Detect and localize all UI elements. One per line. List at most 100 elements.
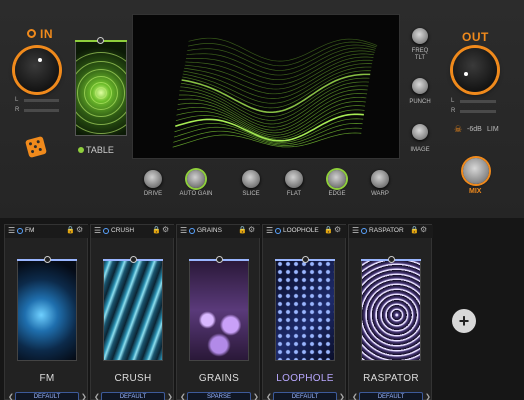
hamburger-icon[interactable]: ☰ <box>266 226 273 235</box>
module-grains[interactable]: ☰ GRAINS 🔒 ⚙ GRAINS ❮ SPARSE ❯ <box>176 224 261 400</box>
module-title: CRUSH <box>114 373 152 384</box>
module-position-handle[interactable] <box>130 256 137 263</box>
preset-selector[interactable]: DEFAULT <box>273 392 337 400</box>
lock-icon[interactable]: 🔒 <box>410 226 419 234</box>
warp-knob[interactable] <box>371 170 389 188</box>
module-position-handle[interactable] <box>44 256 51 263</box>
edge-knob[interactable] <box>328 170 346 188</box>
prev-preset-icon[interactable]: ❮ <box>8 393 14 400</box>
table-label[interactable]: TABLE <box>78 145 114 155</box>
auto-gain-label: AUTO GAIN <box>179 191 213 197</box>
drive-knob[interactable] <box>144 170 162 188</box>
module-thumbnail[interactable] <box>17 259 77 361</box>
wavetable-display[interactable] <box>132 14 400 159</box>
module-position-handle[interactable] <box>302 256 309 263</box>
module-header: ☰ RASPATOR 🔒 ⚙ <box>349 225 433 238</box>
module-title: RASPATOR <box>363 373 419 384</box>
next-preset-icon[interactable]: ❯ <box>253 393 259 400</box>
gear-icon[interactable]: ⚙ <box>162 225 169 234</box>
module-power-icon[interactable] <box>361 228 367 234</box>
input-gain-knob[interactable] <box>15 48 59 92</box>
module-header: ☰ FM 🔒 ⚙ <box>5 225 89 238</box>
hamburger-icon[interactable]: ☰ <box>352 226 359 235</box>
output-label: OUT <box>462 30 489 44</box>
table-position-handle[interactable] <box>97 37 104 44</box>
module-raspator[interactable]: ☰ RASPATOR 🔒 ⚙ RASPATOR ❮ DEFAULT ❯ <box>348 224 433 400</box>
input-meter-l <box>24 99 59 102</box>
gear-icon[interactable]: ⚙ <box>248 225 255 234</box>
auto-gain-knob[interactable] <box>187 170 205 188</box>
module-name: GRAINS <box>197 227 222 234</box>
module-power-icon[interactable] <box>189 228 195 234</box>
module-name: LOOPHOLE <box>283 227 319 234</box>
punch-label: PUNCH <box>409 99 431 105</box>
prev-preset-icon[interactable]: ❮ <box>352 393 358 400</box>
edge-label: EDGE <box>328 191 346 197</box>
module-fm[interactable]: ☰ FM 🔒 ⚙ FM ❮ DEFAULT ❯ <box>4 224 89 400</box>
wavetable-graph <box>172 37 378 148</box>
flat-knob[interactable] <box>285 170 303 188</box>
mix-knob[interactable] <box>463 158 489 184</box>
module-name: CRUSH <box>111 227 135 234</box>
lock-icon[interactable]: 🔒 <box>66 226 75 234</box>
module-position-handle[interactable] <box>216 256 223 263</box>
drive-label: DRIVE <box>143 191 163 197</box>
hamburger-icon[interactable]: ☰ <box>180 226 187 235</box>
module-header: ☰ LOOPHOLE 🔒 ⚙ <box>263 225 347 238</box>
wavetable-thumbnail[interactable] <box>75 40 127 136</box>
skull-icon[interactable]: ☠ <box>454 124 462 135</box>
hamburger-icon[interactable]: ☰ <box>8 226 15 235</box>
module-power-icon[interactable] <box>17 228 23 234</box>
limit-label: LIM <box>487 126 499 133</box>
gear-icon[interactable]: ⚙ <box>420 225 427 234</box>
mix-label: MIX <box>469 188 482 195</box>
input-meter-r-label: R <box>15 107 20 113</box>
next-preset-icon[interactable]: ❯ <box>167 393 173 400</box>
plus-icon[interactable]: + <box>452 309 476 333</box>
preset-selector[interactable]: DEFAULT <box>359 392 423 400</box>
module-name: RASPATOR <box>369 227 404 234</box>
lock-icon[interactable]: 🔒 <box>152 226 161 234</box>
preset-selector[interactable]: DEFAULT <box>101 392 165 400</box>
next-preset-icon[interactable]: ❯ <box>425 393 431 400</box>
freq-tilt-label: FREQ TLT <box>411 48 429 61</box>
prev-preset-icon[interactable]: ❮ <box>266 393 272 400</box>
prev-preset-icon[interactable]: ❮ <box>180 393 186 400</box>
module-header: ☰ GRAINS 🔒 ⚙ <box>177 225 261 238</box>
module-power-icon[interactable] <box>103 228 109 234</box>
output-meter-l-label: L <box>451 98 455 104</box>
wavetable-frame-line <box>181 73 371 114</box>
module-loophole[interactable]: ☰ LOOPHOLE 🔒 ⚙ LOOPHOLE ❮ DEFAULT ❯ <box>262 224 347 400</box>
freq-tilt-knob[interactable] <box>412 28 428 44</box>
preset-selector[interactable]: DEFAULT <box>15 392 79 400</box>
input-power-icon[interactable] <box>27 29 36 38</box>
next-preset-icon[interactable]: ❯ <box>81 393 87 400</box>
module-thumbnail[interactable] <box>275 259 335 361</box>
gear-icon[interactable]: ⚙ <box>76 225 83 234</box>
flat-label: FLAT <box>286 191 302 197</box>
slice-knob[interactable] <box>242 170 260 188</box>
image-knob[interactable] <box>412 124 428 140</box>
output-gain-knob[interactable] <box>453 48 497 92</box>
input-meter-r <box>24 109 59 112</box>
preset-selector[interactable]: SPARSE <box>187 392 251 400</box>
next-preset-icon[interactable]: ❯ <box>339 393 345 400</box>
punch-knob[interactable] <box>412 78 428 94</box>
module-thumbnail[interactable] <box>189 259 249 361</box>
wavetable-frame-line <box>186 47 376 76</box>
output-meter-r <box>460 110 496 113</box>
lock-icon[interactable]: 🔒 <box>324 226 333 234</box>
module-power-icon[interactable] <box>275 228 281 234</box>
limit-threshold[interactable]: -6dB <box>467 126 482 133</box>
wavetable-frame-line <box>173 127 362 146</box>
module-position-handle[interactable] <box>388 256 395 263</box>
module-header: ☰ CRUSH 🔒 ⚙ <box>91 225 175 238</box>
prev-preset-icon[interactable]: ❮ <box>94 393 100 400</box>
module-crush[interactable]: ☰ CRUSH 🔒 ⚙ CRUSH ❮ DEFAULT ❯ <box>90 224 175 400</box>
warp-label: WARP <box>371 191 389 197</box>
gear-icon[interactable]: ⚙ <box>334 225 341 234</box>
module-thumbnail[interactable] <box>103 259 163 361</box>
module-thumbnail[interactable] <box>361 259 421 361</box>
hamburger-icon[interactable]: ☰ <box>94 226 101 235</box>
lock-icon[interactable]: 🔒 <box>238 226 247 234</box>
